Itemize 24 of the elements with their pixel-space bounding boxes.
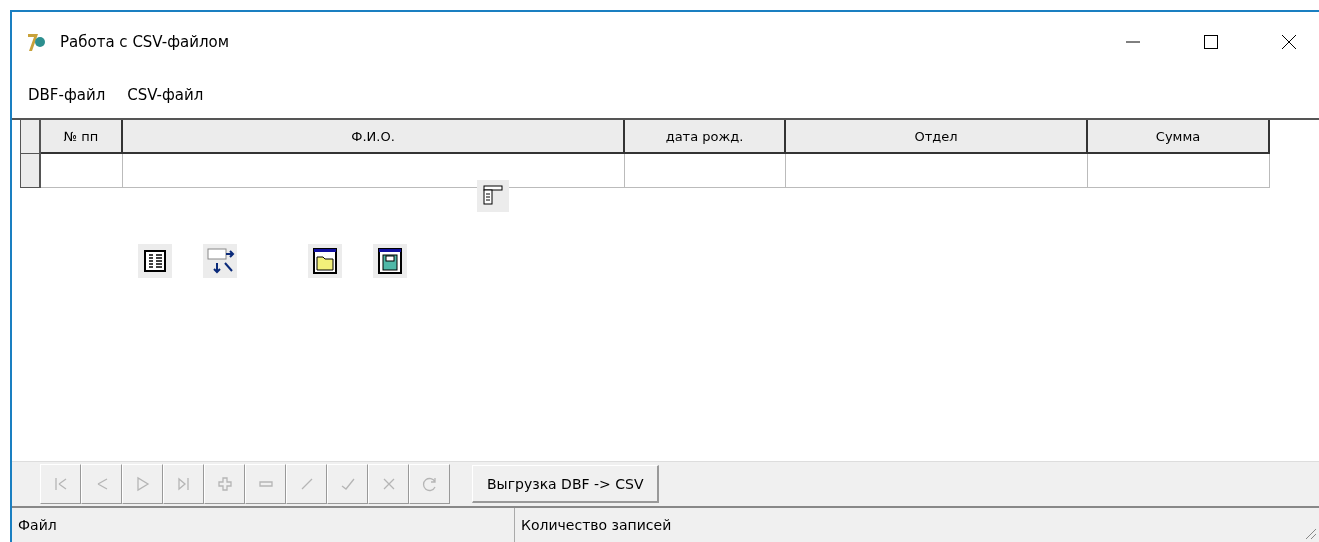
column-header[interactable]: дата рожд. [625, 120, 786, 154]
table-cell[interactable] [786, 154, 1088, 188]
column-header[interactable]: Отдел [786, 120, 1088, 154]
menu-item[interactable]: CSV-файл [127, 86, 204, 104]
window-title: Работа с CSV-файлом [60, 33, 229, 51]
close-icon[interactable] [1281, 34, 1297, 50]
status-text: Файл [17, 516, 58, 535]
menu-item[interactable]: DBF-файл [28, 86, 106, 104]
maximize-icon[interactable] [1203, 34, 1219, 50]
table-cell[interactable] [625, 154, 786, 188]
column-header[interactable]: Сумма [1088, 120, 1270, 154]
row-indicator [20, 154, 41, 188]
app-icon [26, 31, 48, 53]
status-text: Количество записей [514, 508, 1319, 542]
table-icon[interactable] [138, 244, 172, 278]
column-header[interactable]: № пп [41, 120, 123, 154]
popup-menu-icon[interactable] [477, 180, 509, 212]
export-button[interactable]: Выгрузка DBF -> CSV [472, 465, 660, 503]
column-header[interactable]: Ф.И.О. [123, 120, 625, 154]
open-dialog-icon[interactable] [308, 244, 342, 278]
data-source-icon[interactable] [203, 244, 237, 278]
save-dialog-icon[interactable] [373, 244, 407, 278]
table-cell[interactable] [41, 154, 123, 188]
table-cell[interactable] [1088, 154, 1270, 188]
